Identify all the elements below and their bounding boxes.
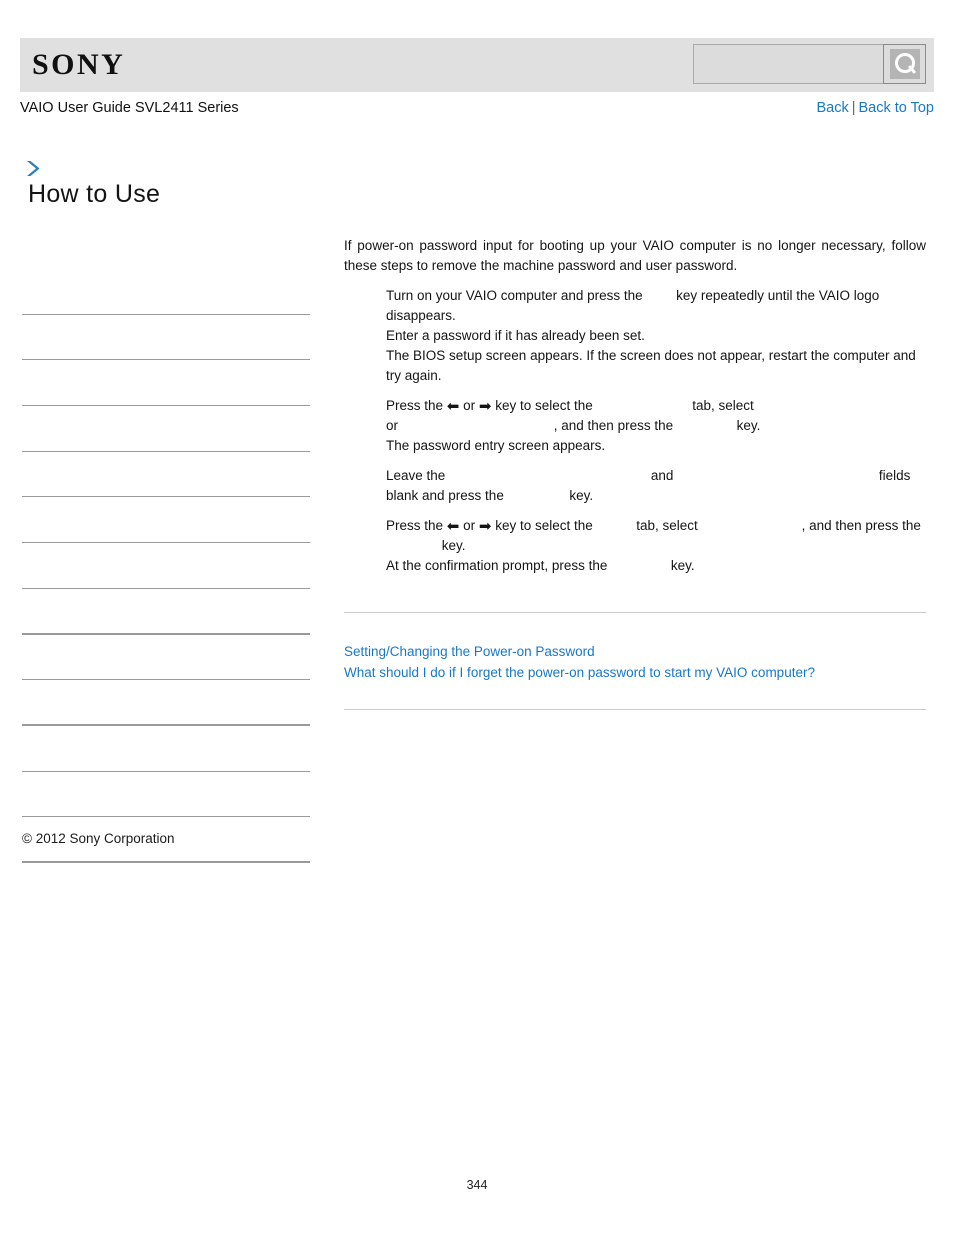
related-link-0[interactable]: Setting/Changing the Power-on Password bbox=[344, 641, 926, 662]
step-text: , and then press the bbox=[553, 418, 677, 433]
step-text: key to select the bbox=[491, 518, 597, 533]
sidebar: How to Use bbox=[22, 158, 310, 863]
left-arrow-key-icon: ⬅ bbox=[446, 518, 460, 535]
steps-list: Turn on your VAIO computer and press the… bbox=[344, 286, 926, 576]
sidebar-item-11[interactable] bbox=[22, 772, 310, 818]
step-line: Leave the and fields blank and press the… bbox=[386, 466, 926, 506]
right-arrow-key-icon: ➡ bbox=[478, 398, 492, 415]
sidebar-item-7[interactable] bbox=[22, 589, 310, 635]
sidebar-item-label bbox=[22, 817, 310, 823]
step-text: The BIOS setup screen appears. If the sc… bbox=[386, 348, 916, 383]
sidebar-item-5[interactable] bbox=[22, 497, 310, 544]
step-text: and bbox=[647, 468, 678, 483]
sub-header: VAIO User Guide SVL2411 Series Back | Back… bbox=[20, 100, 934, 122]
search-button[interactable] bbox=[883, 44, 926, 84]
sidebar-item-label bbox=[22, 589, 310, 595]
intro-paragraph: If power-on password input for booting u… bbox=[344, 238, 926, 273]
step-text: key. bbox=[565, 488, 594, 503]
step-text: key. bbox=[667, 558, 695, 573]
step-text: Press the bbox=[386, 518, 447, 533]
step-text: key. bbox=[438, 538, 466, 553]
step-text: Leave the bbox=[386, 468, 450, 483]
page-number: 344 bbox=[466, 1178, 488, 1192]
step-text: At the confirmation prompt, press the bbox=[386, 558, 612, 573]
sidebar-item-label bbox=[22, 635, 310, 641]
step-item: Leave the and fields blank and press the… bbox=[344, 466, 926, 506]
search-box bbox=[693, 44, 926, 84]
top-header-bar: SONY bbox=[20, 38, 934, 92]
sidebar-item-label bbox=[22, 406, 310, 412]
back-to-top-link[interactable]: Back to Top bbox=[858, 100, 934, 116]
step-text: , and then press the bbox=[801, 518, 921, 533]
sony-logo: SONY bbox=[32, 48, 126, 81]
sidebar-item-9[interactable] bbox=[22, 680, 310, 726]
step-text: or bbox=[386, 418, 402, 433]
sidebar-item-2[interactable] bbox=[22, 360, 310, 407]
right-arrow-key-icon: ➡ bbox=[478, 518, 492, 535]
step-line: The BIOS setup screen appears. If the sc… bbox=[386, 346, 926, 386]
step-item: Press the ⬅ or ➡ key to select the tab, … bbox=[344, 396, 926, 456]
sidebar-heading: How to Use bbox=[28, 180, 161, 208]
sidebar-item-label bbox=[22, 726, 310, 732]
sidebar-item-8[interactable] bbox=[22, 635, 310, 681]
sidebar-item-label bbox=[22, 772, 310, 778]
step-line: At the confirmation prompt, press the ke… bbox=[386, 556, 926, 576]
left-arrow-key-icon: ⬅ bbox=[446, 398, 460, 415]
step-line: Press the ⬅ or ➡ key to select the tab, … bbox=[386, 516, 926, 556]
related-link-1[interactable]: What should I do if I forget the power-o… bbox=[344, 662, 926, 683]
page-title: VAIO User Guide SVL2411 Series bbox=[20, 100, 239, 116]
step-text: Turn on your VAIO computer and press the bbox=[386, 288, 647, 303]
main-content: If power-on password input for booting u… bbox=[344, 236, 926, 710]
search-icon bbox=[889, 49, 920, 79]
step-text: key to select the bbox=[491, 398, 597, 413]
step-text: tab, select bbox=[688, 398, 758, 413]
sidebar-item-10[interactable] bbox=[22, 726, 310, 772]
step-text: tab, select bbox=[632, 518, 702, 533]
copyright-text: © 2012 Sony Corporation bbox=[22, 831, 175, 846]
step-text: or bbox=[459, 518, 479, 533]
sidebar-item-label bbox=[22, 497, 310, 503]
related-links: Setting/Changing the Power-on Password Wh… bbox=[344, 613, 926, 709]
sidebar-item-0[interactable] bbox=[22, 269, 310, 315]
step-item: Press the ⬅ or ➡ key to select the tab, … bbox=[344, 516, 926, 576]
step-line: Enter a password if it has already been … bbox=[386, 326, 926, 346]
sidebar-item-6[interactable] bbox=[22, 543, 310, 589]
sidebar-item-label bbox=[22, 543, 310, 549]
sidebar-item-1[interactable] bbox=[22, 315, 310, 361]
step-text: The password entry screen appears. bbox=[386, 438, 606, 453]
sidebar-item-label bbox=[22, 360, 310, 366]
back-link[interactable]: Back bbox=[816, 100, 848, 116]
step-line: Turn on your VAIO computer and press the… bbox=[386, 286, 926, 326]
sidebar-item-4[interactable] bbox=[22, 452, 310, 498]
content-divider-bottom bbox=[344, 709, 926, 710]
header-nav-links: Back | Back to Top bbox=[816, 100, 934, 116]
sidebar-item-label bbox=[22, 680, 310, 686]
chevron-right-icon bbox=[22, 158, 310, 180]
sidebar-item-label bbox=[22, 269, 310, 275]
step-text: or bbox=[459, 398, 479, 413]
step-line: Press the ⬅ or ➡ key to select the tab, … bbox=[386, 396, 926, 436]
sidebar-item-label bbox=[22, 315, 310, 321]
step-text: key. bbox=[732, 418, 761, 433]
step-line: The password entry screen appears. bbox=[386, 436, 926, 456]
sidebar-item-list bbox=[22, 269, 310, 863]
sidebar-item-3[interactable] bbox=[22, 406, 310, 452]
step-item: Turn on your VAIO computer and press the… bbox=[344, 286, 926, 386]
step-text: Press the bbox=[386, 398, 447, 413]
sidebar-item-label bbox=[22, 452, 310, 458]
search-input[interactable] bbox=[693, 44, 883, 84]
step-text: Enter a password if it has already been … bbox=[386, 328, 645, 343]
